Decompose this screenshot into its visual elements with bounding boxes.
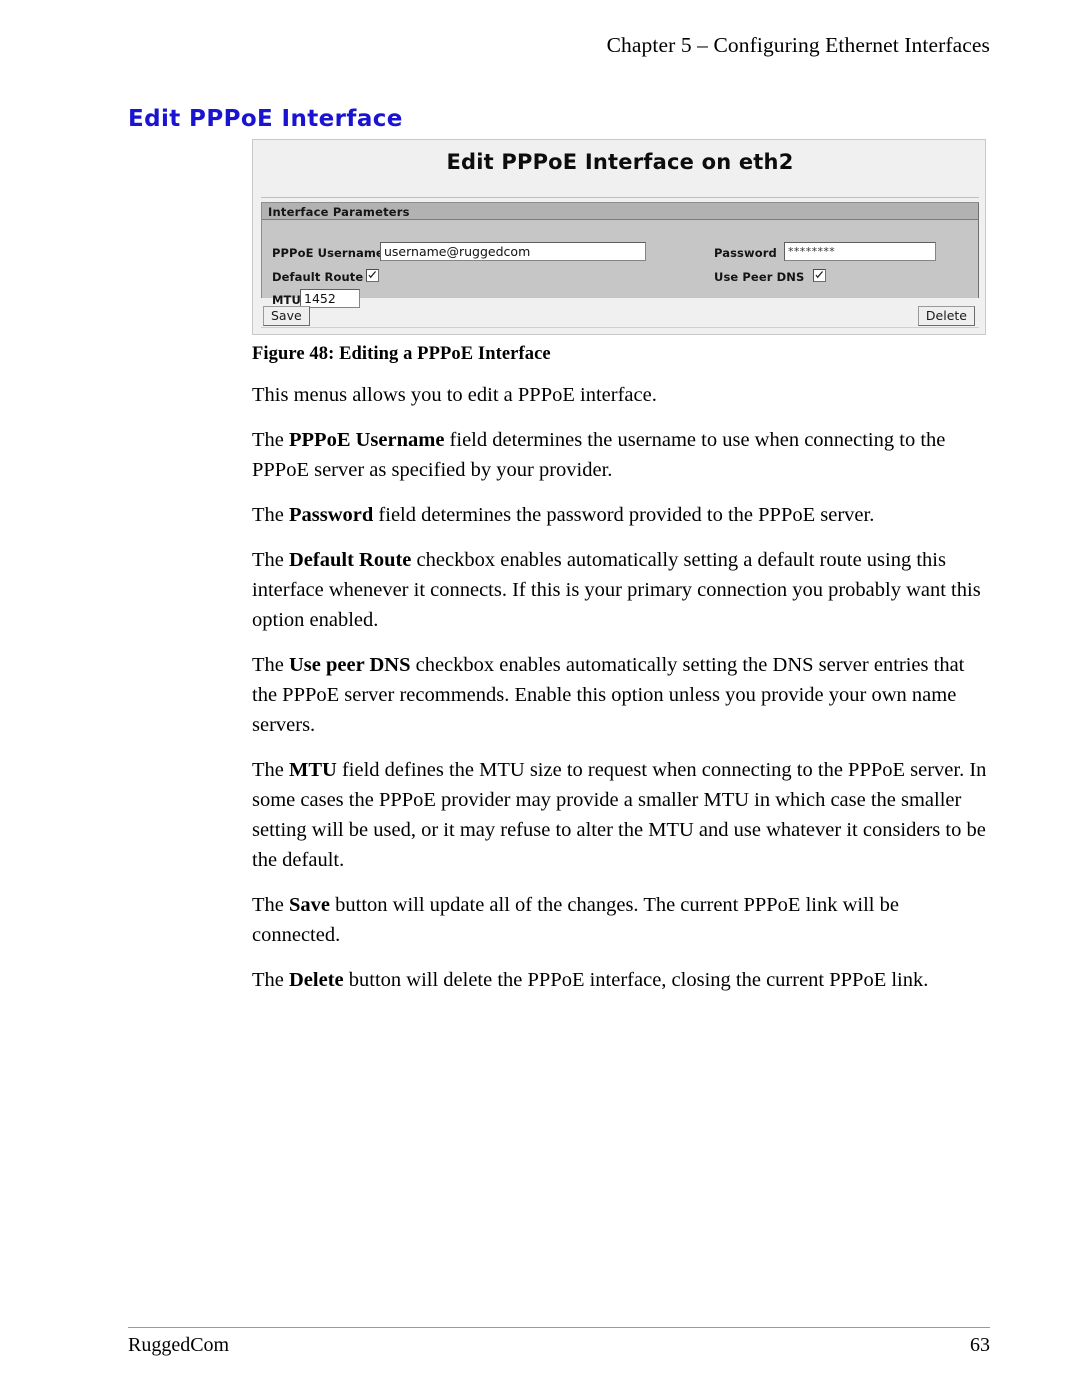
password-input[interactable]: ******** [784, 242, 936, 261]
use-peer-dns-label: Use Peer DNS [714, 270, 805, 284]
screenshot-title: Edit PPPoE Interface on eth2 [446, 150, 794, 174]
paragraph-password: The Password field determines the passwo… [252, 500, 988, 530]
paragraph-intro: This menus allows you to edit a PPPoE in… [252, 380, 988, 410]
footer-divider [128, 1327, 990, 1328]
pppoe-username-label: PPPoE Username [272, 246, 384, 260]
password-label: Password [714, 246, 777, 260]
body-text: This menus allows you to edit a PPPoE in… [252, 380, 988, 1010]
figure-caption: Figure 48: Editing a PPPoE Interface [252, 344, 551, 364]
paragraph-mtu: The MTU field defines the MTU size to re… [252, 755, 988, 875]
page-title: Edit PPPoE Interface [128, 106, 403, 132]
term-default-route: Default Route [289, 549, 412, 571]
paragraph-delete: The Delete button will delete the PPPoE … [252, 965, 988, 995]
paragraph-username: The PPPoE Username field determines the … [252, 425, 988, 485]
interface-parameters-panel: Interface Parameters PPPoE Username user… [261, 202, 979, 308]
term-password: Password [289, 504, 374, 526]
default-route-label: Default Route [272, 270, 364, 284]
screenshot-divider [261, 197, 979, 198]
paragraph-save: The Save button will update all of the c… [252, 890, 988, 950]
paragraph-text: field determines the password provided t… [373, 504, 875, 526]
panel-body: PPPoE Username username@ruggedcom Defaul… [262, 220, 978, 308]
mtu-label: MTU [272, 293, 301, 307]
paragraph-text: The [252, 759, 289, 781]
save-button[interactable]: Save [263, 306, 310, 326]
paragraph-text: The [252, 969, 289, 991]
screenshot-bottom-rule [261, 327, 979, 328]
check-icon [368, 271, 377, 279]
term-pppoe-username: PPPoE Username [289, 429, 445, 451]
panel-header-label: Interface Parameters [268, 205, 410, 219]
footer-page-number: 63 [970, 1334, 990, 1356]
running-header: Chapter 5 – Configuring Ethernet Interfa… [606, 33, 990, 57]
paragraph-text: field defines the MTU size to request wh… [252, 759, 987, 871]
paragraph-text: The [252, 654, 289, 676]
paragraph-default-route: The Default Route checkbox enables autom… [252, 545, 988, 635]
use-peer-dns-checkbox[interactable] [813, 269, 826, 282]
term-save: Save [289, 894, 330, 916]
paragraph-text: The [252, 894, 289, 916]
paragraph-text: The [252, 429, 289, 451]
pppoe-username-input[interactable]: username@ruggedcom [380, 242, 646, 261]
paragraph-text: The [252, 549, 289, 571]
term-delete: Delete [289, 969, 344, 991]
term-use-peer-dns: Use peer DNS [289, 654, 411, 676]
document-page: Chapter 5 – Configuring Ethernet Interfa… [0, 0, 1080, 1397]
paragraph-text: button will delete the PPPoE interface, … [343, 969, 929, 991]
check-icon [815, 271, 824, 279]
panel-header: Interface Parameters [262, 203, 978, 220]
term-mtu: MTU [289, 759, 337, 781]
delete-button[interactable]: Delete [917, 306, 975, 326]
paragraph-use-peer-dns: The Use peer DNS checkbox enables automa… [252, 650, 988, 740]
default-route-checkbox[interactable] [366, 269, 379, 282]
paragraph-text: button will update all of the changes. T… [252, 894, 899, 946]
figure-screenshot: Edit PPPoE Interface on eth2 Interface P… [252, 139, 986, 335]
paragraph-text: This menus allows you to edit a PPPoE in… [252, 384, 657, 406]
paragraph-text: The [252, 504, 289, 526]
